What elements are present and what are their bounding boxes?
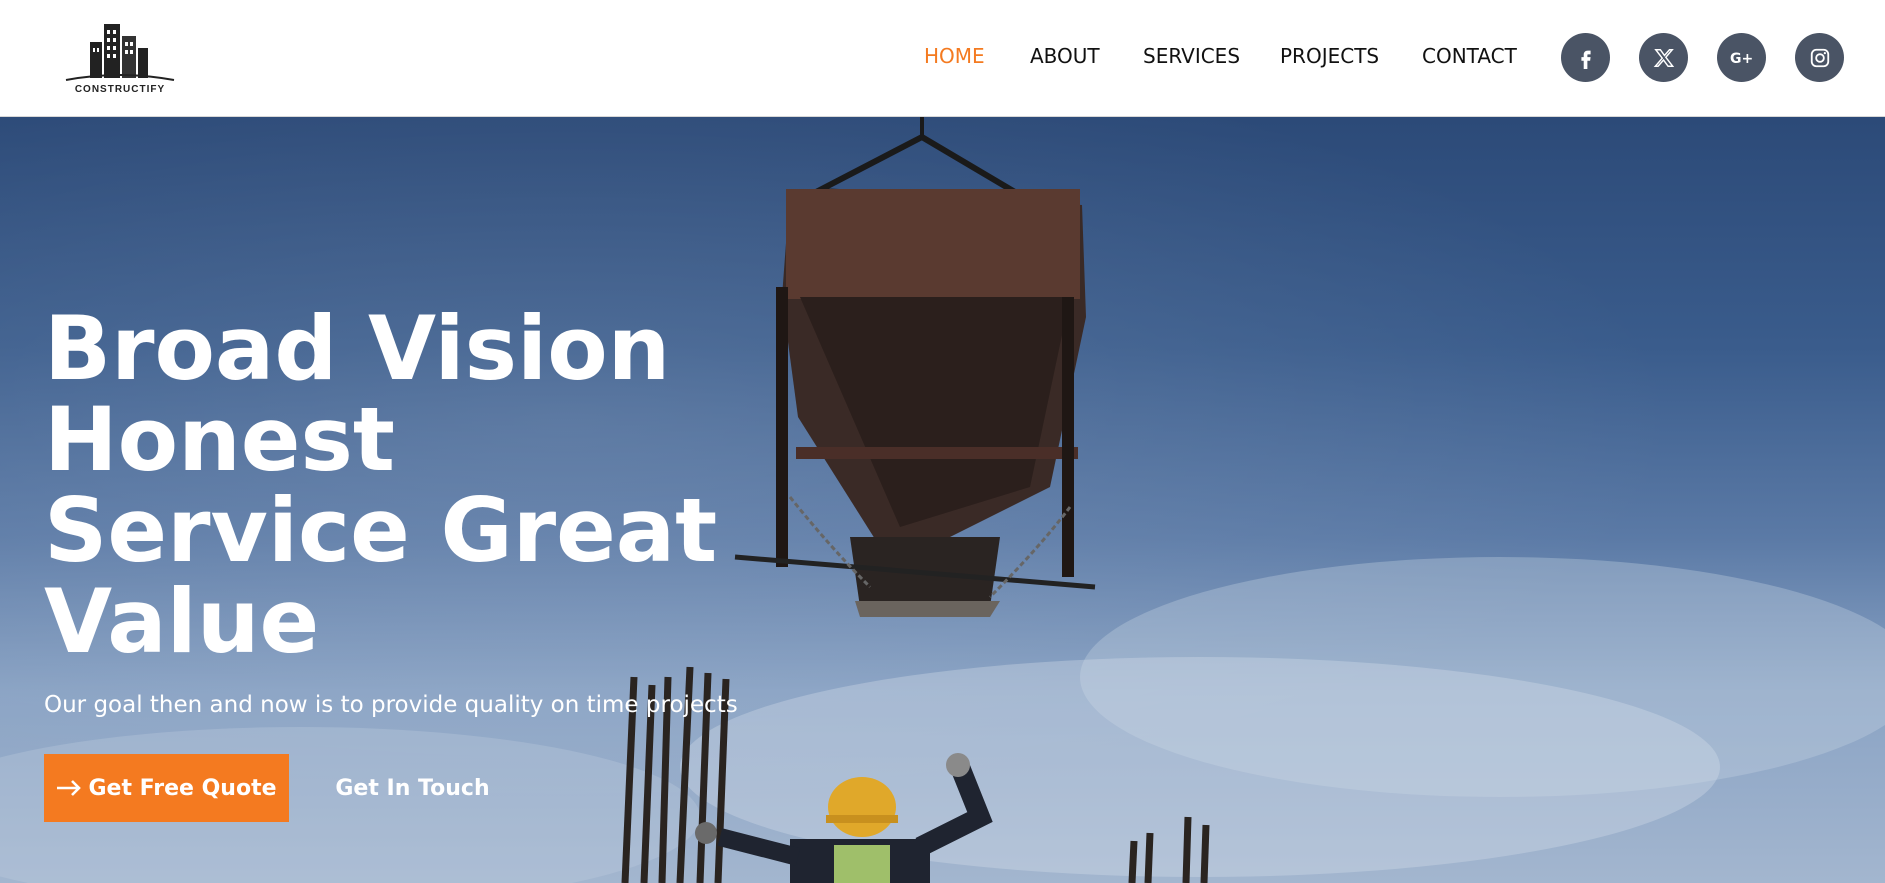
get-free-quote-button[interactable]: Get Free Quote [44, 754, 289, 822]
brand-name: CONSTRUCTIFY [74, 84, 166, 95]
instagram-icon [1810, 48, 1829, 67]
site-header: CONSTRUCTIFY HOME ABOUT SERVICES PROJECT… [0, 0, 1885, 117]
nav-projects[interactable]: PROJECTS [1280, 44, 1379, 68]
hero-section: Broad Vision Honest Service Great Value … [0, 117, 1885, 883]
facebook-icon [1580, 50, 1591, 69]
nav-contact[interactable]: CONTACT [1422, 44, 1517, 68]
facebook-button[interactable] [1561, 33, 1610, 82]
instagram-button[interactable] [1795, 33, 1844, 82]
headline-line: Service Great [44, 479, 718, 582]
building-logo-icon [65, 24, 175, 81]
hero-headline: Broad Vision Honest Service Great Value [44, 303, 744, 667]
x-twitter-icon [1653, 48, 1674, 67]
get-free-quote-label: Get Free Quote [88, 775, 277, 801]
svg-text:G+: G+ [1730, 51, 1753, 67]
nav-home[interactable]: HOME [924, 44, 985, 68]
google-plus-button[interactable]: G+ [1717, 33, 1766, 82]
brand-logo[interactable]: CONSTRUCTIFY [62, 14, 178, 98]
hero-subtext: Our goal then and now is to provide qual… [44, 692, 738, 718]
arrow-right-icon [57, 780, 82, 796]
x-twitter-button[interactable] [1639, 33, 1688, 82]
headline-line: Honest [44, 388, 395, 491]
nav-services[interactable]: SERVICES [1143, 44, 1240, 68]
headline-line: Value [44, 570, 320, 673]
headline-line: Broad Vision [44, 297, 671, 400]
google-plus-icon: G+ [1730, 51, 1753, 67]
nav-about[interactable]: ABOUT [1030, 44, 1100, 68]
get-in-touch-button[interactable]: Get In Touch [320, 754, 505, 822]
